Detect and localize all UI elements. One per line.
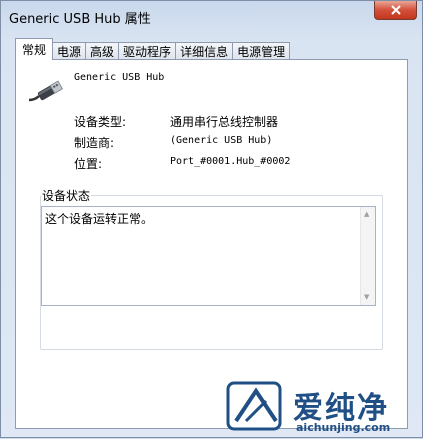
scroll-down-icon[interactable]: ▼ xyxy=(364,293,369,301)
manufacturer-value: (Generic USB Hub) xyxy=(170,135,273,146)
location-label: 位置: xyxy=(74,157,103,171)
title-bar[interactable]: Generic USB Hub 属性 xyxy=(1,1,422,31)
device-status-title: 设备状态 xyxy=(41,187,92,204)
device-status-group: 设备状态 这个设备运转正常。 ▲ ▼ xyxy=(40,187,383,350)
general-tab-panel: Generic USB Hub 设备类型: 通用串行总线控制器 制造商: (Ge… xyxy=(15,59,408,429)
tab-driver[interactable]: 驱动程序 xyxy=(118,42,177,60)
watermark: 爱纯净 aichunjing.com xyxy=(226,381,423,439)
device-status-text: 这个设备运转正常。 xyxy=(45,212,154,226)
tab-strip: 常规 电源 高级 驱动程序 详细信息 电源管理 xyxy=(15,38,291,60)
window-title: Generic USB Hub 属性 xyxy=(9,12,151,27)
tab-power[interactable]: 电源 xyxy=(52,42,87,60)
tab-power-management[interactable]: 电源管理 xyxy=(232,42,291,60)
tab-details[interactable]: 详细信息 xyxy=(175,42,234,60)
device-name: Generic USB Hub xyxy=(74,72,165,83)
location-value: Port_#0001.Hub_#0002 xyxy=(170,156,291,167)
manufacturer-label: 制造商: xyxy=(74,136,115,150)
device-status-textbox[interactable]: 这个设备运转正常。 ▲ ▼ xyxy=(41,206,376,306)
status-scrollbar[interactable]: ▲ ▼ xyxy=(360,207,375,305)
tab-advanced[interactable]: 高级 xyxy=(85,42,120,60)
properties-dialog: Generic USB Hub 属性 常规 电源 高级 驱动程序 详细信息 电源… xyxy=(0,0,423,438)
watermark-logo-icon xyxy=(226,381,282,431)
scroll-up-icon[interactable]: ▲ xyxy=(364,210,369,218)
device-type-label: 设备类型: xyxy=(74,115,127,129)
tab-general[interactable]: 常规 xyxy=(15,38,54,60)
close-button[interactable] xyxy=(374,1,417,20)
close-icon xyxy=(390,5,401,15)
usb-plug-icon xyxy=(28,80,63,102)
watermark-url: aichunjing.com xyxy=(296,421,391,434)
device-type-value: 通用串行总线控制器 xyxy=(170,115,279,129)
